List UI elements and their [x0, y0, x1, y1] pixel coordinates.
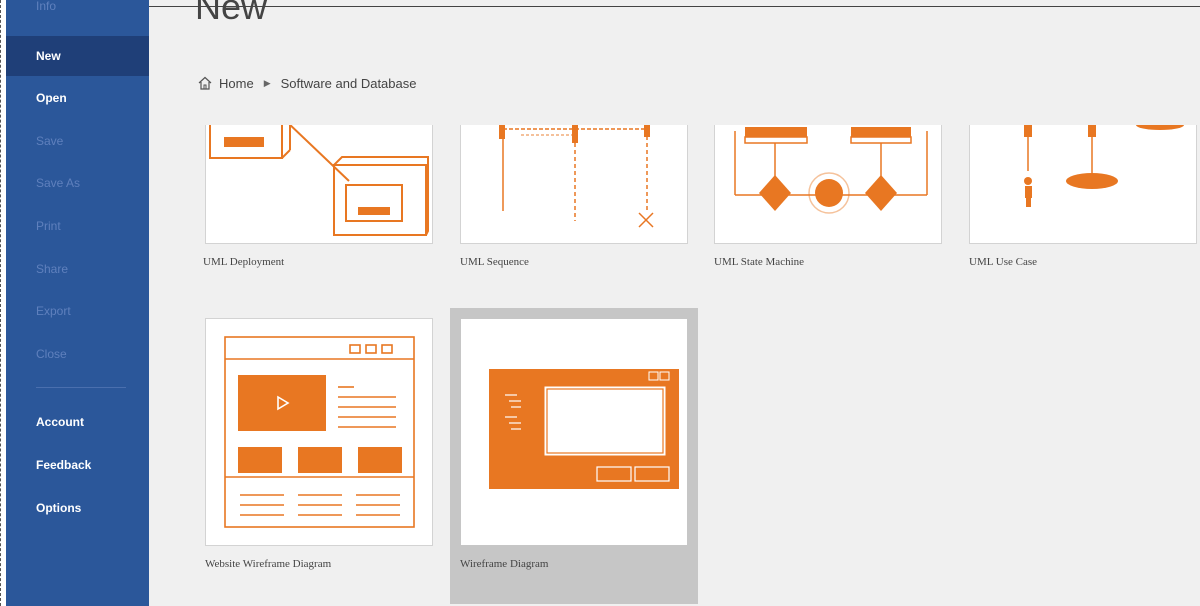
template-uml-use-case[interactable]: UML Use Case [969, 100, 1197, 280]
breadcrumb-current: Software and Database [280, 75, 417, 91]
sidebar-divider [36, 387, 126, 388]
breadcrumb-separator-icon: ▶ [263, 77, 271, 88]
sidebar-item-save-as[interactable]: Save As [6, 163, 149, 203]
sidebar-item-feedback[interactable]: Feedback [6, 445, 149, 485]
top-border [149, 6, 1200, 7]
breadcrumb-home[interactable]: Home [219, 76, 254, 91]
template-label: UML Use Case [969, 256, 1038, 268]
template-wireframe-selected[interactable]: Wireframe Diagram [450, 308, 698, 604]
template-label: Wireframe Diagram [460, 558, 549, 570]
breadcrumb: Home ▶ Software and Database [197, 74, 416, 92]
wireframe-icon [460, 318, 688, 546]
template-label: UML Sequence [460, 256, 529, 268]
sidebar-item-save[interactable]: Save [6, 121, 149, 161]
sidebar-item-info[interactable]: Info [6, 0, 149, 26]
sidebar-item-options[interactable]: Options [6, 488, 149, 528]
page-title: New [195, 0, 268, 27]
template-label: Website Wireframe Diagram [205, 558, 332, 570]
template-label: UML State Machine [714, 256, 805, 268]
home-icon[interactable] [197, 75, 213, 91]
template-uml-state-machine[interactable]: UML State Machine [714, 100, 942, 280]
sidebar-item-export[interactable]: Export [6, 291, 149, 331]
sidebar-item-close[interactable]: Close [6, 334, 149, 374]
template-website-wireframe[interactable]: Website Wireframe Diagram [205, 318, 433, 576]
sidebar-item-print[interactable]: Print [6, 206, 149, 246]
template-label: UML Deployment [203, 256, 285, 268]
main-panel: UML Deployment UML Sequence UML State Ma… [149, 0, 1200, 606]
header-area: New Home ▶ Software and Database [149, 0, 1200, 125]
template-uml-deployment[interactable]: UML Deployment [203, 100, 433, 280]
template-uml-sequence[interactable]: UML Sequence [460, 100, 688, 280]
backstage-sidebar: Info New Open Save Save As Print Share E… [6, 0, 149, 606]
sidebar-item-account[interactable]: Account [6, 402, 149, 442]
sidebar-item-new[interactable]: New [6, 36, 149, 76]
sidebar-item-share[interactable]: Share [6, 249, 149, 289]
website-wireframe-icon [205, 318, 433, 546]
sidebar-item-open[interactable]: Open [6, 78, 149, 118]
